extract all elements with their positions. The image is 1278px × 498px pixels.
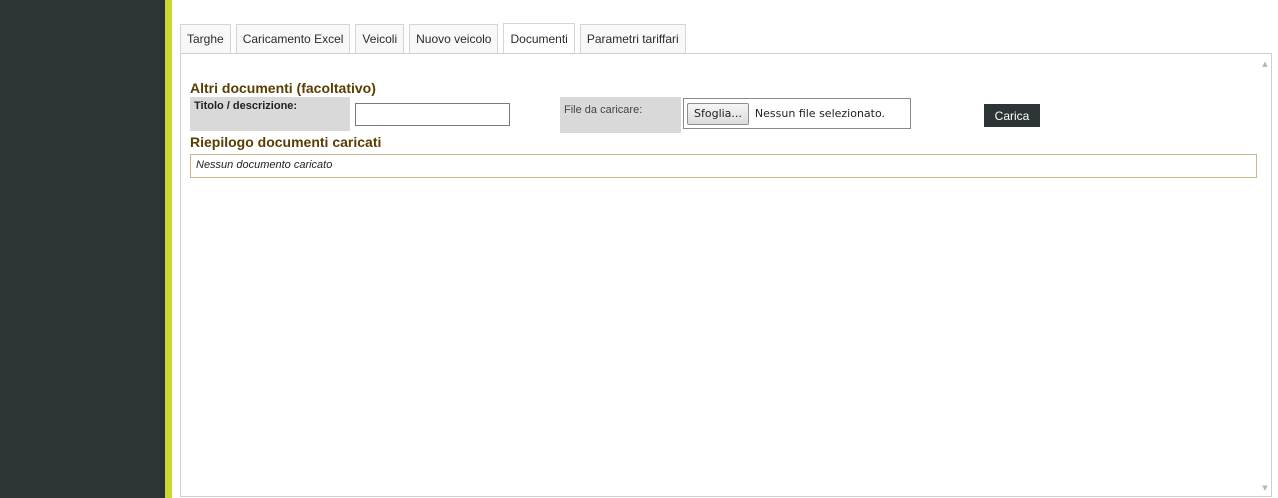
browse-button[interactable]: Sfoglia...: [687, 102, 749, 125]
scroll-down-icon[interactable]: ▼: [1259, 484, 1271, 492]
scroll-up-icon[interactable]: ▲: [1259, 60, 1271, 68]
documents-list: Nessun documento caricato: [190, 154, 1257, 178]
tab-nuovo-veicolo[interactable]: Nuovo veicolo: [409, 24, 499, 53]
other-documents-title: Altri documenti (facoltativo): [190, 80, 376, 96]
upload-button[interactable]: Carica: [984, 104, 1040, 127]
file-upload-label: File da caricare:: [560, 97, 681, 133]
tab-bar: Targhe Caricamento Excel Veicoli Nuovo v…: [180, 23, 691, 54]
file-status-text: Nessun file selezionato.: [754, 107, 886, 120]
sidebar: [0, 0, 165, 498]
documents-panel: ▲ ▼ Altri documenti (facoltativo) Titolo…: [180, 53, 1272, 497]
tab-veicoli[interactable]: Veicoli: [355, 24, 405, 53]
sidebar-accent-bar: [165, 0, 172, 498]
tab-documenti[interactable]: Documenti: [503, 23, 575, 54]
file-picker[interactable]: Sfoglia... Nessun file selezionato.: [683, 98, 911, 129]
title-description-input[interactable]: [355, 103, 510, 126]
tab-parametri-tariffari[interactable]: Parametri tariffari: [579, 24, 686, 53]
tab-targhe[interactable]: Targhe: [180, 24, 231, 53]
summary-title: Riepilogo documenti caricati: [190, 134, 382, 150]
main-frame: Targhe Caricamento Excel Veicoli Nuovo v…: [172, 0, 1278, 498]
tab-caricamento-excel[interactable]: Caricamento Excel: [235, 24, 351, 53]
title-description-label: Titolo / descrizione:: [190, 97, 350, 131]
